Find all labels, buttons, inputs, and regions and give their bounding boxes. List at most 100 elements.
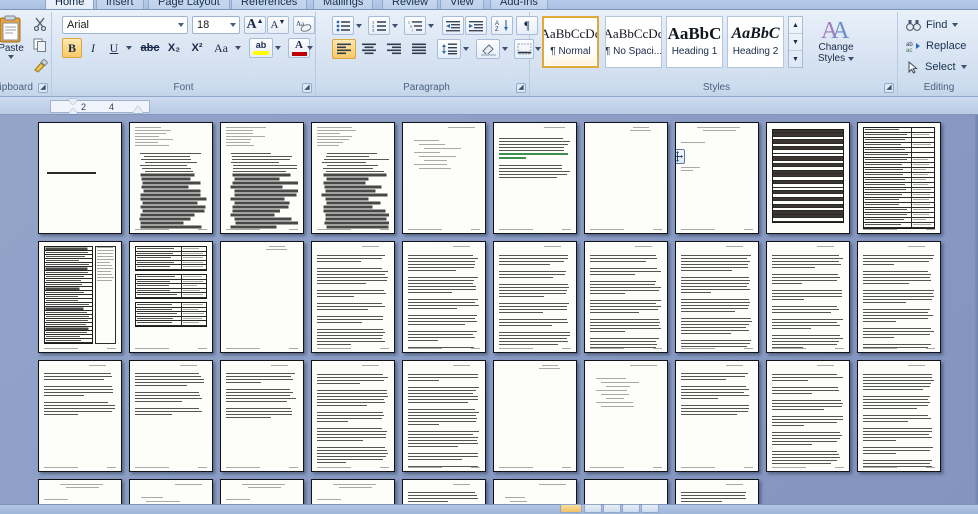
view-mode-print-layout-button[interactable] [560, 504, 582, 513]
font-dialog-launcher[interactable]: ◢ [302, 83, 312, 93]
style-tile-heading-1[interactable]: AaBbC Heading 1 [666, 16, 723, 68]
first-line-indent-marker-icon[interactable] [68, 99, 78, 105]
view-mode-web-layout-button[interactable] [603, 504, 621, 513]
page-thumbnail[interactable] [129, 122, 213, 234]
change-styles-button[interactable]: A A Change Styles [808, 14, 864, 72]
change-case-dropdown[interactable] [233, 38, 243, 58]
paste-button[interactable]: Paste [0, 14, 28, 60]
line-spacing-button[interactable] [437, 39, 461, 59]
page-thumbnail[interactable] [493, 122, 577, 234]
styles-scroll-down-button[interactable]: ▼ [789, 34, 802, 51]
tab-add-ins[interactable]: Add-Ins [490, 0, 548, 9]
increase-indent-button[interactable] [465, 16, 487, 35]
multilevel-list-dropdown[interactable] [426, 16, 436, 35]
tab-review[interactable]: Review [382, 0, 439, 9]
styles-gallery-scroll[interactable]: ▲ ▼ ▼ [788, 16, 803, 68]
sort-button[interactable]: A Z [491, 16, 513, 35]
page-thumbnail[interactable] [584, 122, 668, 234]
bullets-dropdown[interactable] [354, 16, 364, 35]
styles-dialog-launcher[interactable]: ◢ [884, 83, 894, 93]
page-thumbnail[interactable] [584, 241, 668, 353]
styles-scroll-up-button[interactable]: ▲ [789, 17, 802, 34]
page-thumbnail[interactable] [402, 122, 486, 234]
view-mode-full-screen-button[interactable] [584, 504, 602, 513]
tab-references[interactable]: References [231, 0, 308, 9]
style-tile-no-spacing[interactable]: AaBbCcDc ¶ No Spaci... [605, 16, 662, 68]
page-thumbnail[interactable] [402, 360, 486, 472]
underline-dropdown[interactable] [124, 38, 134, 58]
multilevel-list-button[interactable]: 1 a i [404, 16, 426, 35]
text-highlight-button[interactable]: ab [249, 38, 273, 58]
replace-button[interactable]: ab ac Replace [906, 36, 966, 56]
view-mode-draft-button[interactable] [641, 504, 659, 513]
page-thumbnail[interactable] [766, 122, 850, 234]
page-thumbnail[interactable] [493, 360, 577, 472]
shrink-font-button[interactable]: A ▼ [267, 16, 289, 34]
page-thumbnail[interactable] [38, 122, 122, 234]
superscript-button[interactable]: X² [186, 38, 208, 58]
page-thumbnail[interactable] [675, 360, 759, 472]
tab-mailings[interactable]: Mailings [313, 0, 374, 9]
subscript-button[interactable]: X₂ [163, 38, 185, 58]
page-thumbnail[interactable] [220, 122, 304, 234]
font-size-combo[interactable]: 18 [192, 16, 240, 34]
styles-more-button[interactable]: ▼ [789, 51, 802, 68]
page-thumbnail[interactable] [766, 241, 850, 353]
page-thumbnail[interactable] [129, 360, 213, 472]
underline-button[interactable]: U [104, 38, 124, 58]
page-thumbnail[interactable] [857, 360, 941, 472]
page-thumbnail[interactable] [311, 360, 395, 472]
page-thumbnail-grid[interactable] [38, 122, 978, 514]
paragraph-dialog-launcher[interactable]: ◢ [516, 83, 526, 93]
bold-button[interactable]: B [62, 38, 82, 58]
tab-home[interactable]: Home [45, 0, 95, 9]
page-thumbnail[interactable] [38, 360, 122, 472]
tab-page-layout[interactable]: Page Layout [148, 0, 230, 9]
shading-button[interactable] [476, 39, 500, 59]
style-tile-normal[interactable]: AaBbCcDc ¶ Normal [542, 16, 599, 68]
decrease-indent-button[interactable] [442, 16, 464, 35]
line-spacing-dropdown[interactable] [461, 39, 471, 59]
borders-button[interactable] [514, 39, 534, 59]
page-thumbnail[interactable] [311, 122, 395, 234]
right-indent-marker-icon[interactable] [133, 106, 143, 113]
style-tile-heading-2[interactable]: AaBbC Heading 2 [727, 16, 784, 68]
tab-insert[interactable]: Insert [96, 0, 144, 9]
font-name-combo[interactable]: Arial [62, 16, 188, 34]
move-handle-icon[interactable] [676, 149, 685, 164]
page-thumbnail[interactable] [493, 241, 577, 353]
page-thumbnail[interactable] [129, 241, 213, 353]
grow-font-button[interactable]: A ▲ [244, 16, 266, 34]
bullets-button[interactable] [332, 16, 354, 35]
document-thumbnail-workspace[interactable] [0, 115, 978, 514]
cut-button[interactable] [30, 14, 50, 34]
strikethrough-button[interactable]: abc [138, 38, 162, 58]
copy-button[interactable] [30, 35, 50, 55]
view-mode-outline-button[interactable] [622, 504, 640, 513]
tab-view[interactable]: View [440, 0, 484, 9]
numbering-button[interactable]: 1 2 3 [368, 16, 390, 35]
italic-button[interactable]: I [83, 38, 103, 58]
page-thumbnail[interactable] [38, 241, 122, 353]
page-thumbnail[interactable] [220, 360, 304, 472]
change-case-button[interactable]: Aa [209, 38, 233, 58]
clipboard-dialog-launcher[interactable]: ◢ [38, 83, 48, 93]
select-button[interactable]: Select [906, 57, 967, 77]
page-thumbnail[interactable] [766, 360, 850, 472]
page-thumbnail[interactable] [857, 122, 941, 234]
zoom-slider[interactable] [790, 504, 910, 513]
page-thumbnail[interactable] [402, 241, 486, 353]
highlight-dropdown[interactable] [273, 38, 283, 58]
page-thumbnail[interactable] [675, 122, 759, 234]
format-painter-button[interactable] [30, 56, 50, 76]
horizontal-ruler[interactable]: 2 4 [50, 99, 150, 119]
page-thumbnail[interactable] [857, 241, 941, 353]
page-thumbnail[interactable] [220, 241, 304, 353]
page-thumbnail[interactable] [675, 241, 759, 353]
align-center-button[interactable] [357, 39, 381, 59]
find-button[interactable]: Find [906, 15, 959, 35]
page-thumbnail[interactable] [584, 360, 668, 472]
align-right-button[interactable] [382, 39, 406, 59]
clear-formatting-button[interactable]: Aa [293, 16, 315, 34]
numbering-dropdown[interactable] [390, 16, 400, 35]
